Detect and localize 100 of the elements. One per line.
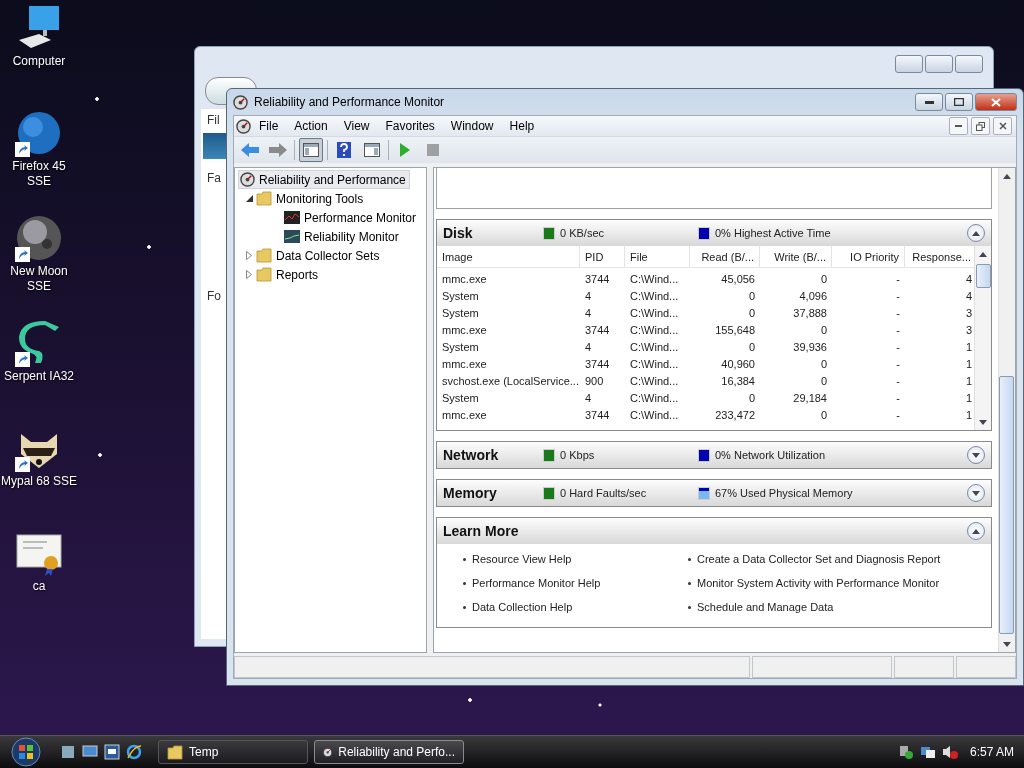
network-icon[interactable] — [897, 744, 914, 760]
table-cell-text: 4,096 — [798, 288, 828, 304]
tree-item[interactable]: Reliability and Performance — [238, 170, 410, 189]
help-link[interactable]: Data Collection Help — [472, 601, 573, 613]
table-cell-text: - — [895, 390, 901, 406]
menu-item[interactable]: Help — [501, 119, 543, 133]
folder-icon — [256, 191, 272, 206]
collapse-button[interactable] — [967, 224, 985, 242]
table-cell-text: C:\Wind... — [629, 271, 680, 287]
expanded-arrow-icon[interactable] — [245, 195, 253, 202]
column-header[interactable]: Image — [437, 246, 580, 268]
help-link[interactable]: Resource View Help — [472, 553, 572, 565]
close-button[interactable] — [975, 93, 1017, 111]
column-header[interactable]: Read (B/... — [690, 246, 760, 268]
tree-item[interactable]: Reliability Monitor — [282, 227, 403, 246]
collapsed-arrow-icon[interactable] — [246, 270, 252, 279]
expand-button[interactable] — [967, 446, 985, 464]
help-link[interactable]: Monitor System Activity with Performance Monitor — [697, 577, 940, 589]
restore-button[interactable] — [971, 117, 990, 135]
table-cell-text: 4 — [584, 390, 593, 406]
table-cell-text: 0 — [819, 356, 828, 372]
monitor-icon[interactable] — [82, 744, 98, 760]
table-cell-text: 4 — [584, 339, 593, 355]
table-cell-text: 4 — [584, 288, 593, 304]
stat-text: 67% Used Physical Memory — [715, 487, 853, 499]
start-button[interactable] — [8, 737, 44, 767]
help-link[interactable]: Performance Monitor Help — [472, 577, 601, 589]
clock[interactable]: 6:57 AM — [969, 745, 1014, 759]
collapse-button[interactable] — [967, 522, 985, 540]
table-cell-text: C:\Wind... — [629, 339, 680, 355]
switch-windows-icon[interactable] — [104, 744, 120, 760]
table-cell-text: 3 — [964, 305, 973, 321]
stat-text: 0% Network Utilization — [715, 449, 826, 461]
tree-item[interactable]: Reports — [254, 265, 323, 284]
up-arrow-icon — [1003, 173, 1011, 179]
close-icon — [998, 122, 1007, 130]
table-cell-text: 155,648 — [714, 322, 756, 338]
table-cell-text: - — [895, 339, 901, 355]
section-title: Learn More — [443, 523, 520, 539]
desktop-icon-label[interactable]: ca — [0, 579, 78, 594]
minimize-button[interactable] — [915, 93, 943, 111]
table-cell-text: 1 — [964, 407, 973, 423]
tree-item[interactable]: Monitoring Tools — [254, 189, 368, 208]
table-cell-text: C:\Wind... — [629, 390, 680, 406]
desktop-icon-label[interactable]: Computer — [0, 54, 78, 69]
table-cell-text: 0 — [819, 373, 828, 389]
taskbar-button[interactable]: Reliability and Perfo... — [314, 740, 464, 764]
globe-icon — [15, 109, 63, 157]
column-header[interactable]: Write (B/... — [760, 246, 832, 268]
table-cell-text: 3744 — [584, 356, 611, 372]
help-link[interactable]: Schedule and Manage Data — [697, 601, 834, 613]
expand-button[interactable] — [967, 484, 985, 502]
table-cell-text: 3744 — [584, 407, 611, 423]
menu-item[interactable]: File — [251, 119, 287, 133]
menu-item[interactable]: Window — [442, 119, 502, 133]
console-tree-button[interactable] — [299, 138, 323, 162]
network-icon[interactable] — [919, 744, 936, 760]
taskbar-button[interactable]: Temp — [158, 740, 308, 764]
table-cell-text: 29,184 — [792, 390, 828, 406]
down-arrow-icon — [1003, 641, 1011, 647]
desktop-icon-label[interactable]: New Moon SSE — [0, 264, 78, 294]
menu-item[interactable]: Favorites — [377, 119, 443, 133]
table-cell-text: 1 — [964, 390, 973, 406]
close-button[interactable] — [993, 117, 1012, 135]
table-cell-text: 1 — [964, 373, 973, 389]
pane-label: Fo — [207, 289, 221, 303]
muted-speaker-icon[interactable] — [941, 744, 958, 760]
menu-item[interactable]: Action — [286, 119, 336, 133]
minimize-button[interactable] — [949, 117, 968, 135]
close-button[interactable] — [955, 55, 983, 73]
tree-item[interactable]: Data Collector Sets — [254, 246, 384, 265]
tree-item[interactable]: Performance Monitor — [282, 208, 421, 227]
scroll-thumb[interactable] — [999, 376, 1014, 634]
desktop-icon-label[interactable]: Mypal 68 SSE — [0, 474, 78, 489]
scrollbar[interactable] — [974, 246, 991, 430]
browser-icon[interactable] — [126, 744, 142, 760]
table-cell-text: 37,888 — [792, 305, 828, 321]
table-cell-text: - — [895, 407, 901, 423]
down-arrow-icon — [972, 452, 980, 458]
desktop-icon-label[interactable]: Firefox 45 SSE — [0, 159, 78, 189]
maximize-icon — [954, 98, 964, 106]
column-header[interactable]: PID — [580, 246, 625, 268]
table-cell-text: mmc.exe — [441, 356, 488, 372]
maximize-button[interactable] — [945, 93, 973, 111]
menu-item[interactable]: Fil — [207, 113, 220, 127]
down-arrow-icon — [972, 490, 980, 496]
collapsed-arrow-icon[interactable] — [246, 251, 252, 260]
column-header[interactable]: File — [625, 246, 690, 268]
table-cell-text: 0 — [747, 390, 756, 406]
table-cell-text: - — [895, 373, 901, 389]
show-desktop-icon[interactable] — [60, 744, 76, 760]
scrollbar[interactable] — [998, 168, 1015, 652]
column-header[interactable]: IO Priority — [832, 246, 905, 268]
desktop-icon-label[interactable]: Serpent IA32 — [0, 369, 78, 384]
help-link[interactable]: Create a Data Collector Set and Diagnosis Report — [697, 553, 941, 565]
scroll-thumb[interactable] — [975, 264, 991, 288]
table-cell-text: 3 — [964, 322, 973, 338]
table-cell-text: C:\Wind... — [629, 356, 680, 372]
menu-item[interactable]: View — [335, 119, 378, 133]
table-cell-text: 0 — [747, 305, 756, 321]
